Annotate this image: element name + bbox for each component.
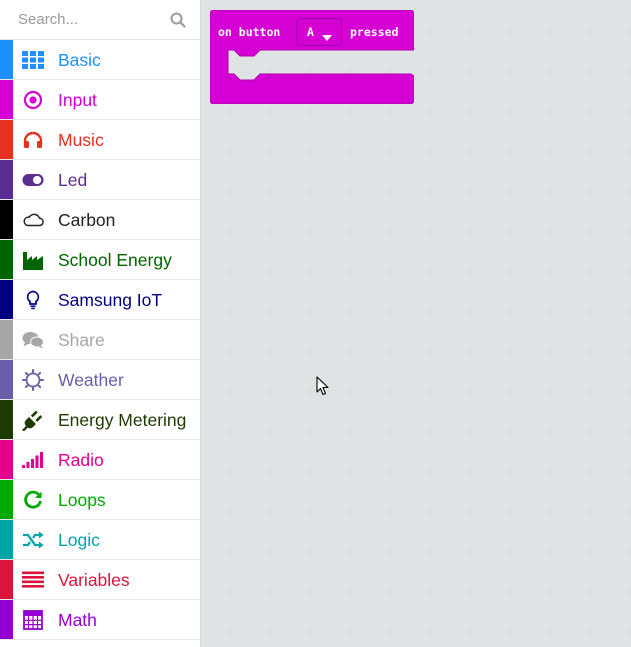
category-color-strip <box>0 480 13 519</box>
button-dropdown[interactable]: A <box>296 18 342 46</box>
factory-icon <box>22 249 44 271</box>
signal-icon <box>22 449 44 471</box>
category-color-strip <box>0 520 13 559</box>
category-label: Input <box>58 90 97 110</box>
block-text-prefix: on button <box>218 25 281 39</box>
mouse-pointer-icon <box>316 376 330 396</box>
category-color-strip <box>0 360 13 399</box>
sun-icon <box>22 369 44 391</box>
category-input[interactable]: Input <box>0 80 200 120</box>
category-label: Variables <box>58 570 130 590</box>
category-weather[interactable]: Weather <box>0 360 200 400</box>
category-color-strip <box>0 120 13 159</box>
category-radio[interactable]: Radio <box>0 440 200 480</box>
search-icon[interactable] <box>170 12 186 28</box>
category-label: Weather <box>58 370 124 390</box>
caret-down-icon <box>322 29 332 47</box>
category-carbon[interactable]: Carbon <box>0 200 200 240</box>
category-color-strip <box>0 600 13 639</box>
category-color-strip <box>0 80 13 119</box>
category-color-strip <box>0 40 13 79</box>
block-text-suffix: pressed <box>350 25 399 39</box>
category-math[interactable]: Math <box>0 600 200 640</box>
list-icon <box>22 569 44 591</box>
category-label: Loops <box>58 490 106 510</box>
category-label: Samsung IoT <box>58 290 163 310</box>
lightbulb-icon <box>22 289 44 311</box>
category-color-strip <box>0 160 13 199</box>
category-label: School Energy <box>58 250 172 270</box>
category-led[interactable]: Led <box>0 160 200 200</box>
category-color-strip <box>0 400 13 439</box>
plug-icon <box>22 409 44 431</box>
headphones-icon <box>22 129 44 151</box>
category-color-strip <box>0 280 13 319</box>
category-color-strip <box>0 320 13 359</box>
category-label: Music <box>58 130 104 150</box>
category-music[interactable]: Music <box>0 120 200 160</box>
category-label: Radio <box>58 450 104 470</box>
toggle-icon <box>22 169 44 191</box>
search-box <box>0 0 200 40</box>
category-variables[interactable]: Variables <box>0 560 200 600</box>
category-school-energy[interactable]: School Energy <box>0 240 200 280</box>
category-color-strip <box>0 560 13 599</box>
category-color-strip <box>0 200 13 239</box>
category-label: Led <box>58 170 88 190</box>
refresh-icon <box>22 489 44 511</box>
shuffle-icon <box>22 529 44 551</box>
makecode-editor: Basic Input Music <box>0 0 631 647</box>
dropdown-value: A <box>307 25 314 39</box>
chat-icon <box>22 329 44 351</box>
category-label: Share <box>58 330 105 350</box>
target-icon <box>22 89 44 111</box>
category-color-strip <box>0 440 13 479</box>
category-label: Carbon <box>58 210 116 230</box>
category-label: Math <box>58 610 97 630</box>
category-loops[interactable]: Loops <box>0 480 200 520</box>
category-logic[interactable]: Logic <box>0 520 200 560</box>
on-button-pressed-block[interactable]: on button A pressed <box>209 9 415 105</box>
grid-icon <box>22 49 44 71</box>
blocks-workspace[interactable]: on button A pressed <box>201 0 631 647</box>
category-label: Logic <box>58 530 100 550</box>
category-share[interactable]: Share <box>0 320 200 360</box>
category-label: Basic <box>58 50 101 70</box>
category-energy-metering[interactable]: Energy Metering <box>0 400 200 440</box>
calculator-icon <box>22 609 44 631</box>
cloud-icon <box>22 209 44 231</box>
toolbox: Basic Input Music <box>0 0 201 647</box>
category-label: Energy Metering <box>58 410 187 430</box>
category-samsung-iot[interactable]: Samsung IoT <box>0 280 200 320</box>
category-color-strip <box>0 240 13 279</box>
category-basic[interactable]: Basic <box>0 40 200 80</box>
